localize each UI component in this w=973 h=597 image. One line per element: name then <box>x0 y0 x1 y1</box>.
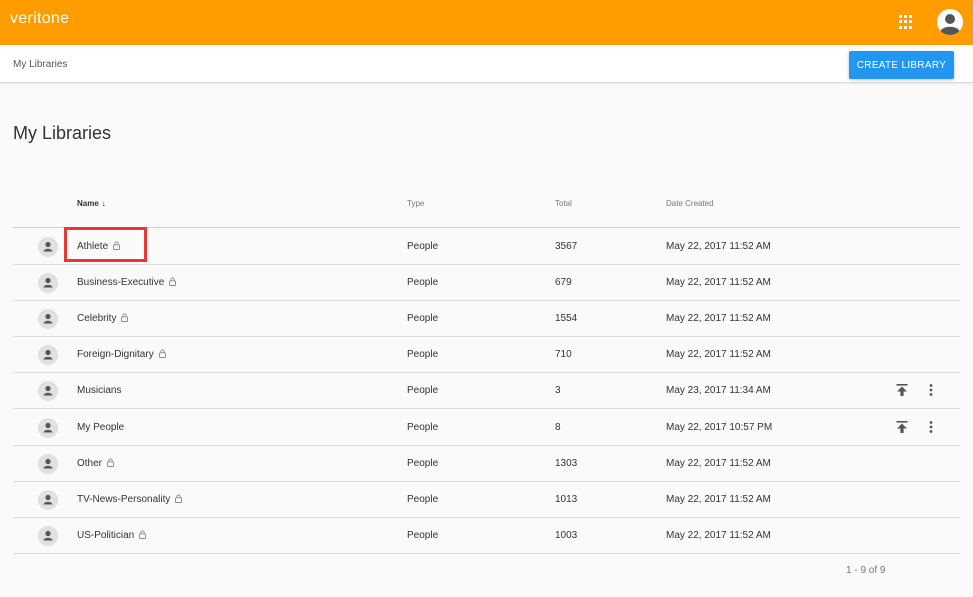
library-total-cell: 679 <box>555 277 572 288</box>
column-header-name[interactable]: Name ↓ <box>77 199 106 208</box>
person-icon <box>38 418 58 438</box>
library-name-cell[interactable]: Other <box>77 458 114 470</box>
column-header-type[interactable]: Type <box>407 199 424 208</box>
person-icon <box>38 273 58 293</box>
column-header-date[interactable]: Date Created <box>666 199 714 208</box>
table-row[interactable]: Athlete People 3567 May 22, 2017 11:52 AM <box>13 228 960 265</box>
library-total-cell: 8 <box>555 422 561 433</box>
library-type-cell: People <box>407 494 439 505</box>
table-row[interactable]: Business-Executive People 679 May 22, 2017 … <box>13 264 960 301</box>
library-date-cell: May 22, 2017 11:52 AM <box>666 277 771 288</box>
library-type-cell: People <box>407 385 439 396</box>
library-name: My People <box>77 422 125 433</box>
user-avatar-icon[interactable] <box>937 9 963 35</box>
library-name-cell[interactable]: Musicians <box>77 385 121 396</box>
library-type-cell: People <box>407 349 439 360</box>
table-row[interactable]: My People People 8 May 22, 2017 10:57 PM <box>13 409 960 446</box>
upload-icon[interactable] <box>895 383 909 397</box>
library-date-cell: May 22, 2017 11:52 AM <box>666 313 771 324</box>
top-app-bar: veritone <box>0 0 973 45</box>
highlight-box <box>64 227 147 262</box>
library-name-cell[interactable]: Business-Executive <box>77 277 177 289</box>
library-name: Business-Executive <box>77 277 165 288</box>
library-date-cell: May 22, 2017 10:57 PM <box>666 422 773 433</box>
library-name: Foreign-Dignitary <box>77 349 154 360</box>
library-type-cell: People <box>407 241 439 252</box>
pagination-info: 1 - 9 of 9 <box>846 565 886 576</box>
table-row[interactable]: Musicians People 3 May 23, 2017 11:34 AM <box>13 372 960 409</box>
veritone-logo[interactable]: veritone <box>10 10 69 28</box>
lock-icon <box>121 313 129 325</box>
person-icon <box>38 490 58 510</box>
person-icon <box>38 381 58 401</box>
apps-grid-icon[interactable] <box>899 15 913 29</box>
lock-icon <box>169 277 177 289</box>
library-total-cell: 1013 <box>555 494 578 505</box>
library-name: Other <box>77 458 103 469</box>
library-name: US-Politician <box>77 530 135 541</box>
more-vert-icon[interactable] <box>927 383 935 397</box>
library-name-cell[interactable]: Foreign-Dignitary <box>77 349 166 361</box>
person-icon <box>38 237 58 257</box>
person-icon <box>38 454 58 474</box>
library-name-cell[interactable]: Celebrity <box>77 313 129 325</box>
table-row[interactable]: US-Politician People 1003 May 22, 2017 11:5… <box>13 517 960 554</box>
library-type-cell: People <box>407 277 439 288</box>
column-header-name-label: Name <box>77 199 99 208</box>
library-date-cell: May 23, 2017 11:34 AM <box>666 385 771 396</box>
person-icon <box>38 526 58 546</box>
library-total-cell: 1003 <box>555 530 578 541</box>
table-row[interactable]: Foreign-Dignitary People 710 May 22, 2017 1… <box>13 336 960 373</box>
table-row[interactable]: TV-News-Personality People 1013 May 22, 201… <box>13 481 960 518</box>
lock-icon <box>107 458 114 470</box>
library-name: Celebrity <box>77 313 117 324</box>
upload-icon[interactable] <box>895 420 909 434</box>
library-date-cell: May 22, 2017 11:52 AM <box>666 458 771 469</box>
library-name-cell[interactable]: US-Politician <box>77 530 147 542</box>
create-library-button[interactable]: CREATE LIBRARY <box>849 51 954 79</box>
library-total-cell: 3 <box>555 385 561 396</box>
table-row[interactable]: Other People 1303 May 22, 2017 11:52 AM <box>13 445 960 482</box>
sort-down-arrow-icon[interactable]: ↓ <box>102 199 106 208</box>
library-name-cell[interactable]: TV-News-Personality <box>77 494 183 506</box>
library-date-cell: May 22, 2017 11:52 AM <box>666 494 771 505</box>
page-title: My Libraries <box>13 123 112 143</box>
person-icon <box>38 345 58 365</box>
library-name: TV-News-Personality <box>77 494 171 505</box>
library-type-cell: People <box>407 458 439 469</box>
person-icon <box>38 309 58 329</box>
library-date-cell: May 22, 2017 11:52 AM <box>666 241 771 252</box>
sub-header: My Libraries <box>0 45 973 83</box>
library-name-cell[interactable]: My People <box>77 422 124 433</box>
more-vert-icon[interactable] <box>927 420 935 434</box>
library-total-cell: 3567 <box>555 241 578 252</box>
library-type-cell: People <box>407 530 439 541</box>
lock-icon <box>139 530 147 542</box>
library-date-cell: May 22, 2017 11:52 AM <box>666 530 771 541</box>
library-date-cell: May 22, 2017 11:52 AM <box>666 349 771 360</box>
library-name: Musicians <box>77 385 122 396</box>
lock-icon <box>158 349 166 361</box>
library-total-cell: 710 <box>555 349 572 360</box>
library-total-cell: 1303 <box>555 458 578 469</box>
library-total-cell: 1554 <box>555 313 578 324</box>
lock-icon <box>175 494 183 506</box>
library-type-cell: People <box>407 422 439 433</box>
breadcrumb[interactable]: My Libraries <box>13 59 67 70</box>
column-header-total[interactable]: Total <box>555 199 572 208</box>
library-type-cell: People <box>407 313 439 324</box>
table-row[interactable]: Celebrity People 1554 May 22, 2017 11:52 AM <box>13 300 960 337</box>
